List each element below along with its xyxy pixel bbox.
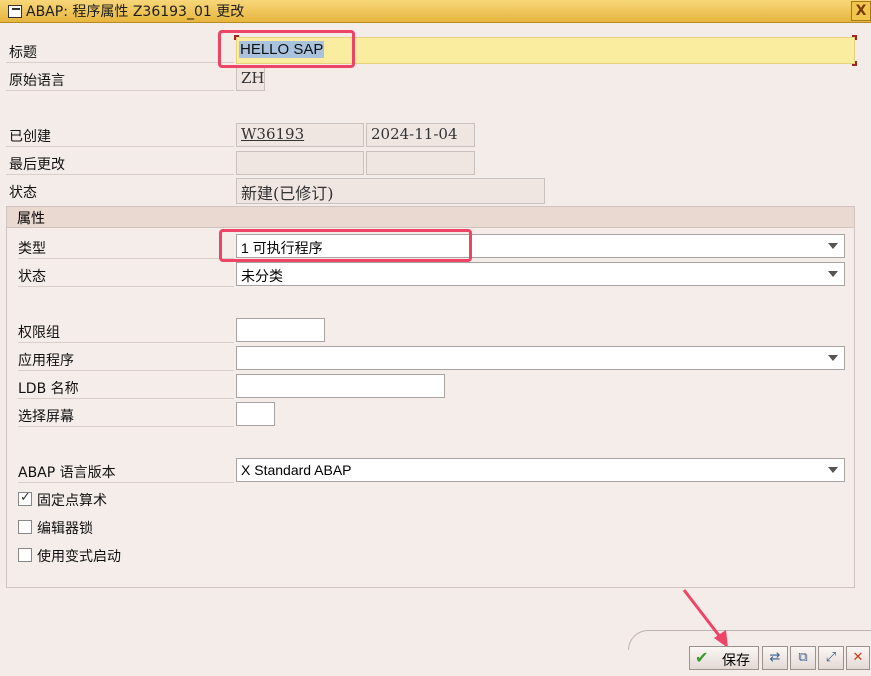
close-icon[interactable]: X (851, 1, 871, 21)
language-label: 原始语言 (9, 73, 65, 89)
save-button-label: 保存 (722, 653, 750, 669)
status-value: 未分类 (241, 268, 283, 284)
checkmark-icon: ✔ (695, 648, 709, 667)
status-field: 新建(已修订) (236, 178, 545, 204)
required-marker (234, 35, 239, 40)
status-label: 状态 (9, 185, 37, 201)
auth-group-input[interactable] (236, 318, 325, 342)
ldb-label: LDB 名称 (18, 381, 79, 397)
expand-button[interactable]: ⤢ (818, 646, 844, 670)
row-divider (18, 398, 234, 399)
row-divider (6, 62, 234, 63)
row-divider (18, 426, 234, 427)
window-titlebar: ABAP: 程序属性 Z36193_01 更改 X (0, 0, 871, 23)
required-marker (852, 61, 857, 66)
type-dropdown[interactable]: 1 可执行程序 (236, 234, 845, 258)
window-title: ABAP: 程序属性 Z36193_01 更改 (26, 4, 245, 20)
attr-status-label: 状态 (18, 269, 46, 285)
row-divider (18, 370, 234, 371)
fixed-point-checkbox[interactable] (18, 490, 32, 506)
selection-screen-input[interactable] (236, 402, 275, 426)
abap-version-label: ABAP 语言版本 (18, 465, 116, 481)
application-dropdown[interactable] (236, 346, 845, 370)
edit-window-icon (8, 4, 22, 18)
variant-start-label: 使用变式启动 (37, 549, 121, 565)
annotation-arrow-icon (682, 589, 728, 648)
row-divider (6, 90, 234, 91)
fixed-point-label: 固定点算术 (37, 493, 107, 509)
title-label: 标题 (9, 45, 37, 61)
title-input[interactable]: HELLO SAP (234, 35, 857, 66)
row-divider (18, 258, 234, 259)
expand-icon: ⤢ (825, 650, 837, 665)
created-label: 已创建 (9, 129, 51, 145)
row-divider (6, 174, 234, 175)
editor-lock-checkbox[interactable] (18, 520, 32, 534)
application-label: 应用程序 (18, 353, 74, 369)
variant-start-checkbox[interactable] (18, 548, 32, 562)
attributes-group-title: 属性 (17, 211, 45, 227)
changed-label: 最后更改 (9, 157, 65, 173)
cancel-button[interactable]: ✕ (846, 646, 870, 670)
abap-version-dropdown[interactable]: X Standard ABAP (236, 458, 845, 482)
row-divider (18, 286, 234, 287)
type-label: 类型 (18, 241, 46, 257)
row-divider (18, 482, 234, 483)
changed-date-field (366, 151, 475, 175)
chevron-down-icon[interactable] (828, 355, 838, 361)
type-value: 1 可执行程序 (241, 240, 323, 256)
check-icon: ⇄ (769, 650, 781, 665)
chevron-down-icon[interactable] (828, 467, 838, 473)
row-divider (18, 342, 234, 343)
created-by-field: W36193 (236, 123, 364, 147)
changed-by-field (236, 151, 364, 175)
template-button[interactable]: ⧉ (790, 646, 816, 670)
status-dropdown[interactable]: 未分类 (236, 262, 845, 286)
editor-lock-label: 编辑器锁 (37, 521, 93, 537)
required-marker (852, 35, 857, 40)
abap-version-value: X Standard ABAP (241, 462, 352, 478)
chevron-down-icon[interactable] (828, 243, 838, 249)
attributes-group-header: 属性 (7, 207, 854, 228)
selection-screen-label: 选择屏幕 (18, 409, 74, 425)
save-button[interactable]: ✔ 保存 (689, 646, 759, 670)
cancel-icon: ✕ (852, 650, 864, 665)
language-field: ZH (236, 67, 265, 91)
chevron-down-icon[interactable] (828, 271, 838, 277)
auth-group-label: 权限组 (18, 325, 60, 341)
row-divider (6, 146, 234, 147)
copy-icon: ⧉ (798, 650, 808, 665)
created-date-field: 2024-11-04 (366, 123, 475, 147)
check-syntax-button[interactable]: ⇄ (762, 646, 788, 670)
ldb-input[interactable] (236, 374, 445, 398)
title-value: HELLO SAP (239, 41, 325, 58)
